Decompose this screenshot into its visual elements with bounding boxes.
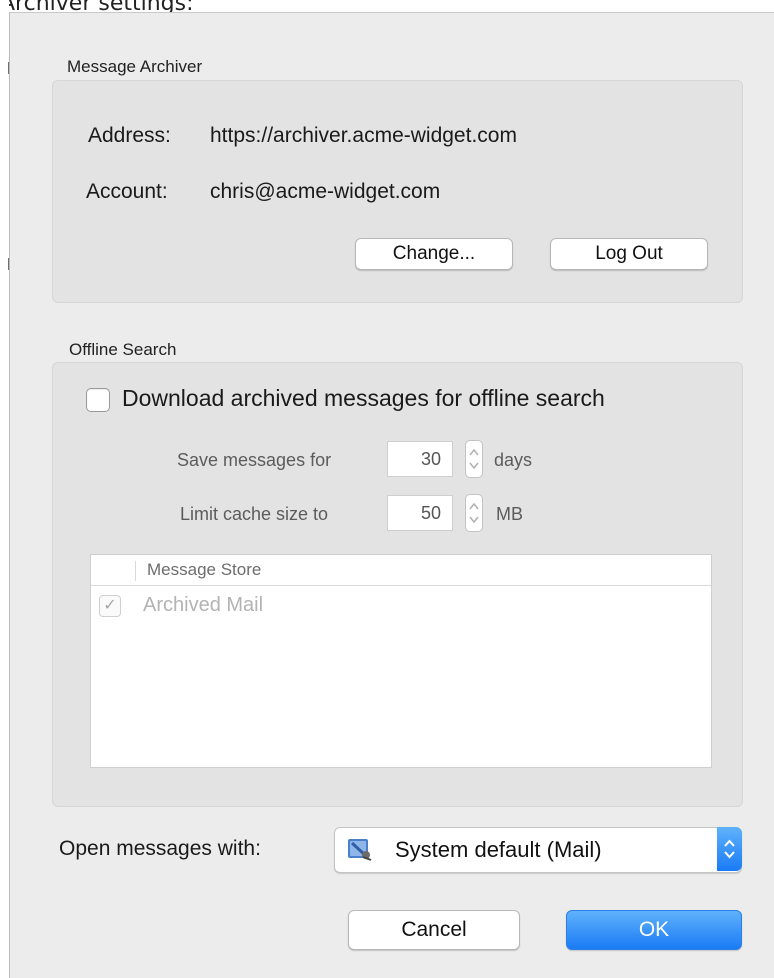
download-checkbox[interactable] [86,388,110,412]
offline-search-group: Download archived messages for offline s… [52,362,743,807]
cancel-button[interactable]: Cancel [348,910,520,950]
open-with-select[interactable]: System default (Mail) [334,827,742,873]
logout-button[interactable]: Log Out [550,238,708,270]
download-label: Download archived messages for offline s… [122,385,605,411]
open-with-selected: System default (Mail) [395,837,602,862]
address-label: Address: [88,124,171,147]
select-chevron-icon [717,827,742,871]
ok-button[interactable]: OK [566,910,742,950]
save-days-stepper[interactable] [465,440,483,478]
message-archiver-title: Message Archiver [67,57,203,76]
stepper-arrows-icon [469,502,479,524]
column-header-message-store[interactable]: Message Store [147,560,261,580]
save-days-unit: days [494,450,533,470]
offline-search-title: Offline Search [69,340,177,359]
save-messages-label: Save messages for [177,450,332,470]
cache-size-unit: MB [496,504,523,524]
archiver-settings-dialog: Message Archiver Address: https://archiv… [9,12,774,978]
stepper-arrows-icon [469,448,479,470]
open-with-label: Open messages with: [59,837,261,860]
address-value: https://archiver.acme-widget.com [210,124,517,147]
table-header: Message Store [91,555,711,586]
archived-mail-label: Archived Mail [143,594,264,616]
left-edge [0,0,9,977]
cache-size-input[interactable]: 50 [387,495,453,531]
limit-cache-label: Limit cache size to [180,504,329,524]
save-days-input[interactable]: 30 [387,441,453,477]
message-archiver-group: Address: https://archiver.acme-widget.co… [52,80,743,303]
message-store-table: Message Store ✓ Archived Mail [90,554,712,768]
change-button[interactable]: Change... [355,238,513,270]
account-value: chris@acme-widget.com [210,180,441,203]
column-divider [135,561,136,581]
mail-app-icon [347,837,373,866]
account-label: Account: [86,180,168,203]
cache-size-stepper[interactable] [465,494,483,532]
archived-mail-checkbox[interactable]: ✓ [99,595,121,617]
